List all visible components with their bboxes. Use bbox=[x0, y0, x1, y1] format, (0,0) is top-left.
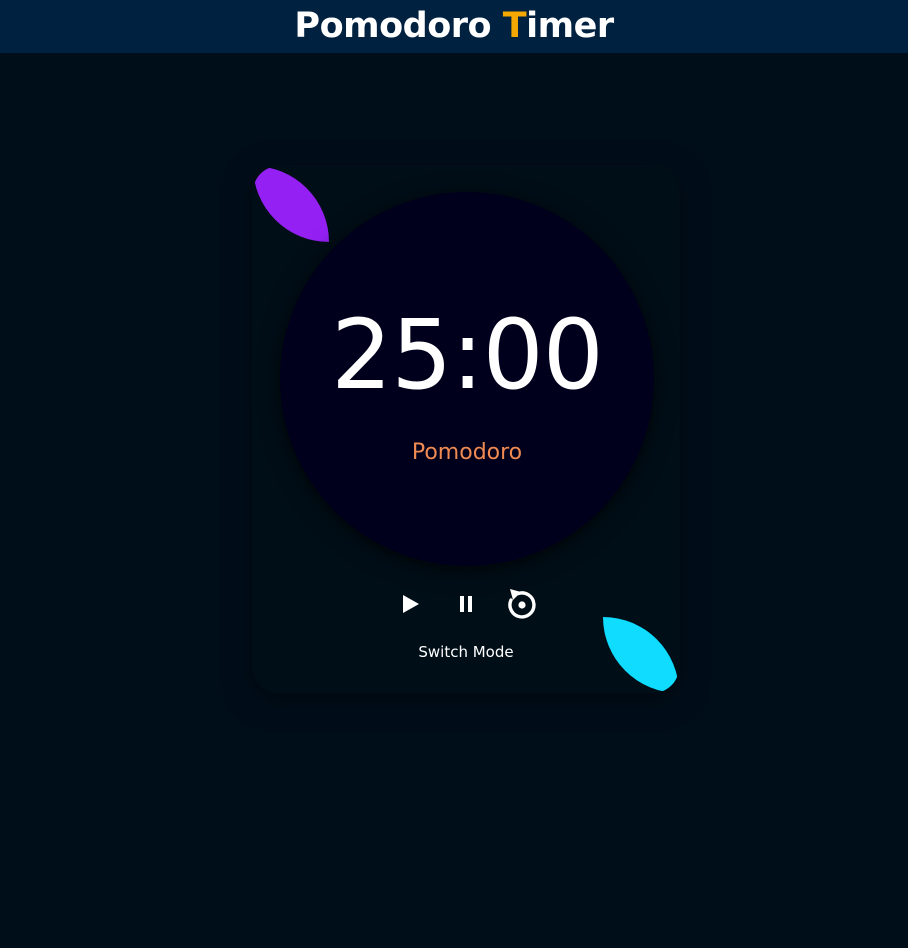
timer-controls bbox=[253, 586, 679, 622]
title-part2: imer bbox=[526, 6, 614, 46]
title-accent: T bbox=[502, 6, 527, 46]
timer-display: 25:00 bbox=[331, 299, 604, 411]
timer-circle: 25:00 Pomodoro bbox=[280, 192, 654, 566]
pause-button[interactable] bbox=[449, 587, 483, 621]
mode-label: Pomodoro bbox=[411, 440, 523, 465]
start-button[interactable] bbox=[393, 587, 427, 621]
pause-icon bbox=[460, 596, 472, 612]
timer-card: 25:00 Pomodoro Switch Mode bbox=[253, 166, 679, 693]
title-part1: Pomodoro bbox=[294, 6, 503, 46]
purple-decor-blob bbox=[253, 166, 329, 242]
reset-button[interactable] bbox=[505, 587, 539, 621]
play-icon bbox=[403, 595, 419, 613]
app-title: Pomodoro Timer bbox=[294, 6, 614, 46]
switch-mode-button[interactable]: Switch Mode bbox=[253, 643, 679, 661]
reset-icon bbox=[508, 589, 536, 619]
app-header: Pomodoro Timer bbox=[0, 0, 908, 53]
